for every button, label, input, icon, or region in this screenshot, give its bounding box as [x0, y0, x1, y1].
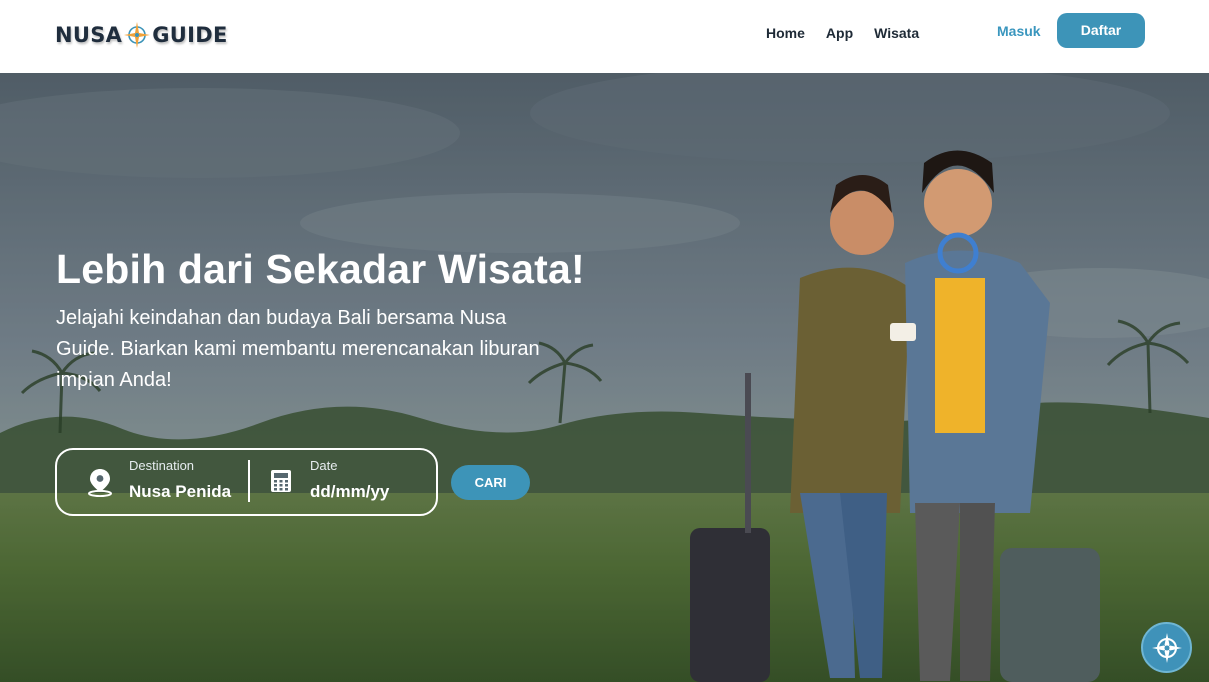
- register-button[interactable]: Daftar: [1057, 13, 1145, 48]
- top-navbar: NUSA GUIDE Home App Wisata Masuk Daftar: [0, 0, 1209, 73]
- floating-guide-button[interactable]: [1141, 622, 1192, 673]
- nav-home[interactable]: Home: [766, 25, 805, 41]
- logo-text-nusa: NUSA: [55, 23, 123, 47]
- destination-field[interactable]: Destination Nusa Penida: [127, 456, 242, 506]
- nav-app[interactable]: App: [826, 25, 853, 41]
- hero-headline: Lebih dari Sekadar Wisata!: [56, 246, 585, 292]
- map-pin-icon: [88, 469, 112, 497]
- logo-text-guide: GUIDE: [152, 23, 228, 47]
- compass-icon: [124, 22, 151, 48]
- destination-label: Destination: [129, 458, 195, 473]
- destination-value: Nusa Penida: [129, 482, 232, 501]
- login-button[interactable]: Masuk: [997, 22, 1041, 40]
- hero-section: Lebih dari Sekadar Wisata! Jelajahi kein…: [0, 73, 1209, 682]
- search-button[interactable]: CARI: [451, 465, 530, 500]
- field-divider: [248, 460, 250, 502]
- date-field[interactable]: Date dd/mm/yy: [309, 456, 424, 506]
- brand-logo[interactable]: NUSA GUIDE: [55, 20, 228, 50]
- nav-wisata[interactable]: Wisata: [874, 25, 919, 41]
- main-nav: Home App Wisata: [766, 25, 940, 41]
- compass-icon: [1151, 632, 1182, 663]
- date-label: Date: [310, 458, 338, 473]
- hero-subtitle: Jelajahi keindahan dan budaya Bali bersa…: [56, 307, 540, 391]
- search-form: Destination Nusa Penida Date dd/mm/yy: [55, 448, 438, 516]
- calendar-icon: [271, 470, 291, 492]
- date-value: dd/mm/yy: [310, 482, 390, 501]
